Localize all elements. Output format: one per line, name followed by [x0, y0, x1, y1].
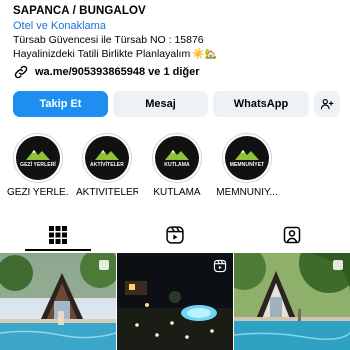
highlight-ring: AKTİVİTELER	[82, 133, 132, 183]
reel-icon	[213, 259, 227, 273]
highlight-ring: KUTLAMA	[152, 133, 202, 183]
post-grid	[0, 253, 350, 350]
highlight-kutlama[interactable]: KUTLAMA KUTLAMA	[146, 133, 208, 198]
highlight-cover: MEMNUNİYET	[225, 136, 269, 180]
link-text[interactable]: wa.me/905393865948 ve 1 diğer	[35, 66, 200, 78]
profile-category[interactable]: Otel ve Konaklama	[13, 19, 343, 33]
highlight-memnuniyet[interactable]: MEMNUNİYET MEMNUNİY...	[216, 133, 278, 198]
highlight-cover: KUTLAMA	[155, 136, 199, 180]
mountain-logo-icon	[235, 150, 259, 160]
mountain-logo-icon	[26, 150, 50, 160]
highlight-cover: GEZİ YERLERİ	[16, 136, 60, 180]
post-thumbnail[interactable]	[117, 253, 233, 350]
bio-line-1: Türsab Güvencesi ile Türsab NO : 15876	[13, 34, 204, 46]
highlight-cover: AKTİVİTELER	[85, 136, 129, 180]
bio-line-2: Hayalinizdeki Tatili Birlikte Planlayalı…	[13, 48, 191, 60]
highlight-cover-text: KUTLAMA	[164, 162, 190, 168]
highlight-aktiviteler[interactable]: AKTİVİTELER AKTİVİTELER	[76, 133, 138, 198]
mountain-logo-icon	[95, 150, 119, 160]
reels-icon	[166, 226, 184, 244]
highlight-ring: GEZİ YERLERİ	[13, 133, 63, 183]
add-user-icon	[320, 98, 334, 110]
highlight-label: GEZİ YERLE...	[7, 187, 69, 198]
tab-posts[interactable]	[0, 218, 116, 252]
post-thumbnail[interactable]	[0, 253, 116, 350]
bio-emoji: ☀️🏡	[192, 49, 218, 60]
post-thumbnail[interactable]	[234, 253, 350, 350]
message-button[interactable]: Mesaj	[113, 91, 208, 117]
follow-button[interactable]: Takip Et	[13, 91, 108, 117]
highlight-label: MEMNUNİY...	[216, 187, 278, 198]
suggested-users-button[interactable]	[314, 91, 340, 117]
profile-tabs	[0, 218, 350, 252]
profile-bio: SAPANCA / BUNGALOV Otel ve Konaklama Tür…	[13, 3, 343, 62]
active-tab-indicator	[25, 249, 91, 251]
carousel-icon	[333, 260, 343, 270]
highlight-cover-text: MEMNUNİYET	[229, 162, 265, 168]
mountain-logo-icon	[165, 150, 189, 160]
tab-reels[interactable]	[117, 218, 233, 252]
highlight-ring: MEMNUNİYET	[222, 133, 272, 183]
profile-name: SAPANCA / BUNGALOV	[13, 5, 146, 17]
bio-line-2-container: Hayalinizdeki Tatili Birlikte Planlayalı…	[13, 47, 343, 62]
grid-icon	[49, 226, 67, 244]
highlight-label: KUTLAMA	[153, 187, 201, 198]
whatsapp-button[interactable]: WhatsApp	[213, 91, 309, 117]
highlight-cover-text: GEZİ YERLERİ	[20, 162, 56, 168]
profile-link[interactable]: wa.me/905393865948 ve 1 diğer	[13, 64, 200, 80]
highlight-label: AKTİVİTELER	[76, 187, 138, 198]
link-icon	[14, 65, 28, 79]
highlight-cover-text: AKTİVİTELER	[90, 162, 124, 168]
profile-actions: Takip Et Mesaj WhatsApp	[13, 91, 340, 117]
story-highlights: GEZİ YERLERİ GEZİ YERLE... AKTİVİTELER A…	[0, 133, 350, 209]
carousel-icon	[99, 260, 109, 270]
tab-tagged[interactable]	[234, 218, 350, 252]
tagged-icon	[283, 226, 301, 244]
highlight-gezi-yerleri[interactable]: GEZİ YERLERİ GEZİ YERLE...	[7, 133, 69, 198]
